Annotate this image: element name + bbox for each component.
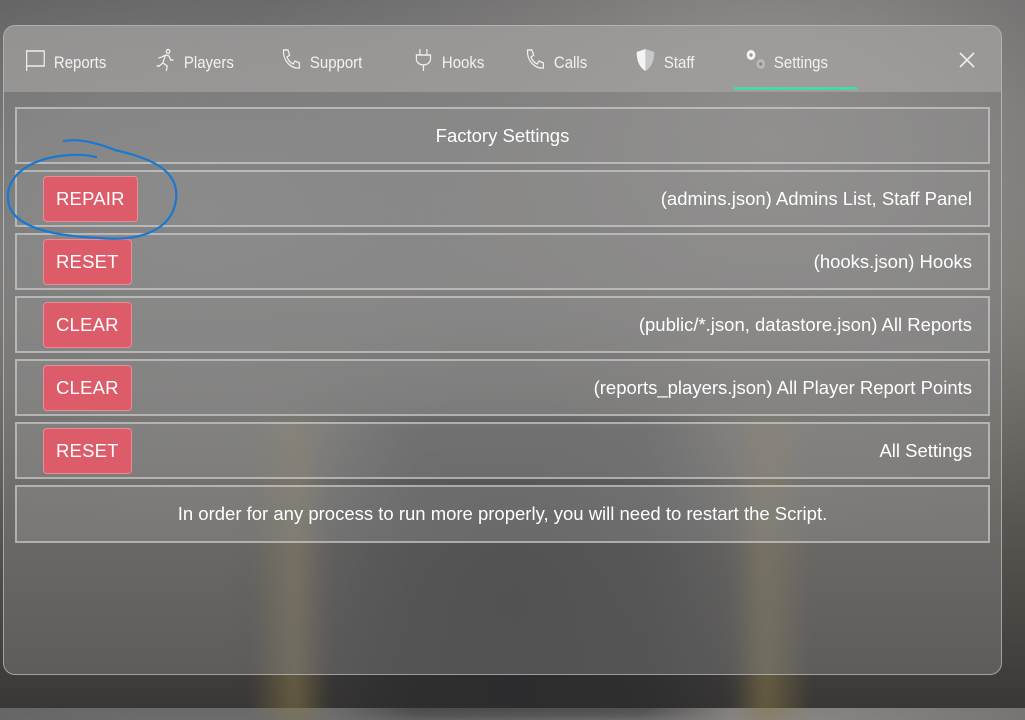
settings-row: REPAIR (admins.json) Admins List, Staff … xyxy=(15,170,990,227)
note-text: In order for any process to run more pro… xyxy=(177,503,828,524)
settings-row: CLEAR (reports_players.json) All Player … xyxy=(15,359,990,416)
tab-reports[interactable]: Reports xyxy=(24,48,106,77)
phone-icon xyxy=(280,48,303,77)
tab-bar: Reports Players Support Hooks Calls Staf… xyxy=(4,26,1001,92)
admin-panel: Reports Players Support Hooks Calls Staf… xyxy=(3,25,1002,675)
tab-label: Reports xyxy=(53,52,107,72)
tab-staff[interactable]: Staff xyxy=(634,48,694,77)
section-title: Factory Settings xyxy=(435,124,570,146)
plug-icon xyxy=(412,48,435,77)
tab-label: Settings xyxy=(773,52,828,72)
settings-row: RESET (hooks.json) Hooks xyxy=(15,233,990,290)
shield-icon xyxy=(634,48,657,77)
row-description: All Settings xyxy=(879,439,972,461)
tab-settings[interactable]: Settings xyxy=(733,48,859,90)
flag-icon xyxy=(24,48,47,77)
running-person-icon xyxy=(154,48,177,77)
reset-hooks-button[interactable]: RESET xyxy=(43,238,132,285)
settings-row: CLEAR (public/*.json, datastore.json) Al… xyxy=(15,296,990,353)
tab-players[interactable]: Players xyxy=(154,48,234,77)
close-button[interactable] xyxy=(957,50,977,70)
repair-admins-button[interactable]: REPAIR xyxy=(43,175,138,222)
section-header: Factory Settings xyxy=(15,107,990,164)
row-description: (reports_players.json) All Player Report… xyxy=(593,376,972,398)
row-description: (admins.json) Admins List, Staff Panel xyxy=(660,187,972,209)
close-icon xyxy=(959,52,975,68)
tab-label: Players xyxy=(183,52,234,72)
reset-settings-button[interactable]: RESET xyxy=(43,427,132,474)
restart-note: In order for any process to run more pro… xyxy=(15,485,990,543)
clear-reports-button[interactable]: CLEAR xyxy=(43,301,132,348)
tab-label: Staff xyxy=(663,52,695,72)
tab-support[interactable]: Support xyxy=(280,48,362,77)
tab-hooks[interactable]: Hooks xyxy=(412,48,484,77)
tab-label: Hooks xyxy=(441,52,485,72)
settings-row: RESET All Settings xyxy=(15,422,990,479)
settings-content: Factory Settings REPAIR (admins.json) Ad… xyxy=(4,92,1001,543)
row-description: (hooks.json) Hooks xyxy=(813,250,972,272)
tab-label: Support xyxy=(309,52,363,72)
row-description: (public/*.json, datastore.json) All Repo… xyxy=(638,313,972,335)
gears-icon xyxy=(744,48,767,77)
tab-label: Calls xyxy=(553,52,588,72)
phone-icon xyxy=(524,48,547,77)
clear-report-points-button[interactable]: CLEAR xyxy=(43,364,132,411)
tab-calls[interactable]: Calls xyxy=(524,48,587,77)
